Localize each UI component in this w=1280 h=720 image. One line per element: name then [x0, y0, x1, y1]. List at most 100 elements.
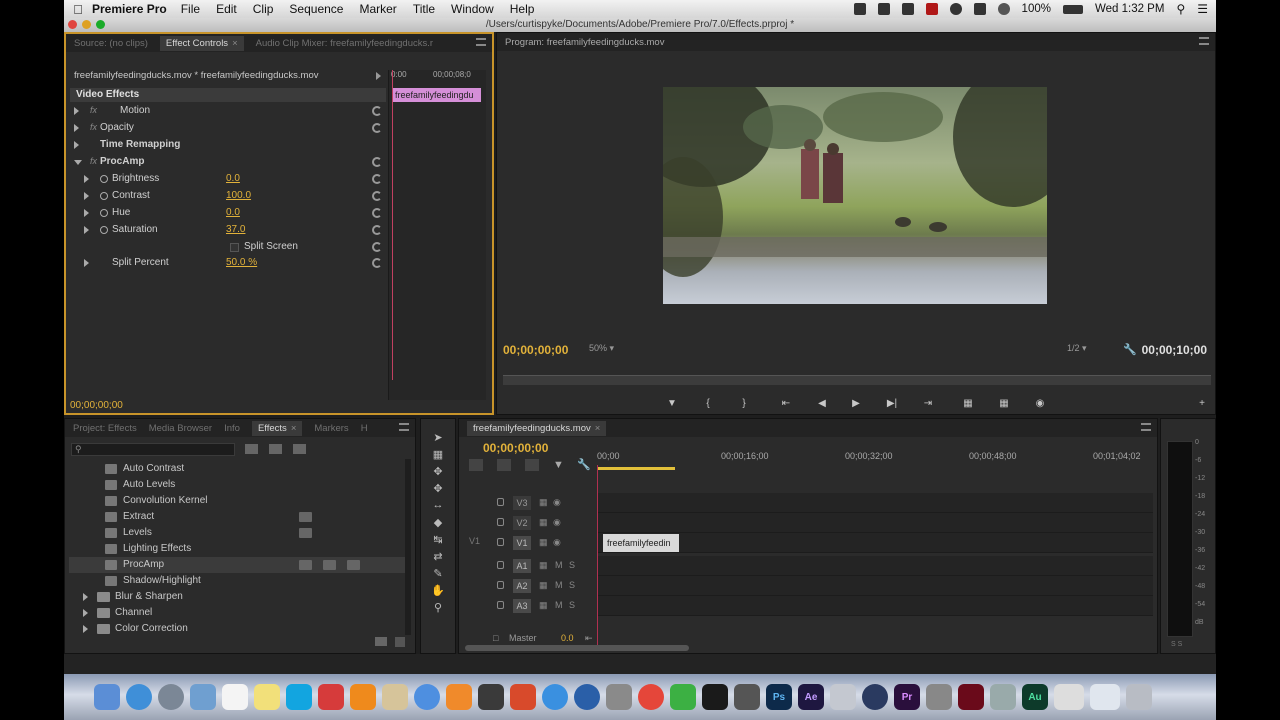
- tab-program[interactable]: Program: freefamilyfeedingducks.mov: [505, 37, 664, 48]
- reset-icon[interactable]: [372, 208, 382, 218]
- itunes-icon[interactable]: [414, 684, 440, 710]
- expand-arrow-icon[interactable]: [84, 175, 89, 183]
- fx-badge-icon[interactable]: fx: [90, 105, 97, 115]
- mute-toggle[interactable]: M: [555, 560, 563, 570]
- brightness-value[interactable]: 0.0: [226, 173, 240, 184]
- track-select-tool-icon[interactable]: ▦: [431, 448, 445, 461]
- photo-icon[interactable]: [990, 684, 1016, 710]
- menu-file[interactable]: File: [181, 2, 200, 16]
- reset-icon[interactable]: [372, 123, 382, 133]
- reset-icon[interactable]: [372, 258, 382, 268]
- zoom-tool-icon[interactable]: ⚲: [431, 601, 445, 614]
- flash-icon[interactable]: [318, 684, 344, 710]
- mute-toggle[interactable]: M: [555, 580, 563, 590]
- stopwatch-icon[interactable]: [100, 209, 108, 217]
- ripple-edit-tool-icon[interactable]: ✥: [431, 465, 445, 478]
- menu-clip[interactable]: Clip: [253, 2, 274, 16]
- clock[interactable]: Wed 1:32 PM: [1095, 3, 1164, 15]
- delete-icon[interactable]: [395, 637, 405, 647]
- track-v2[interactable]: V2 ▦ ◉: [463, 513, 1153, 533]
- close-tab-icon[interactable]: ×: [232, 38, 238, 49]
- panel-menu-icon[interactable]: [399, 423, 409, 431]
- fx-badge-icon[interactable]: fx: [90, 156, 97, 166]
- spotlight-icon[interactable]: ⚲: [1176, 2, 1185, 16]
- chrome-icon[interactable]: [638, 684, 664, 710]
- new-bin-icon[interactable]: [375, 637, 387, 646]
- button-editor-button[interactable]: +: [1191, 395, 1213, 411]
- aftereffects-icon[interactable]: Ae: [798, 684, 824, 710]
- program-scrub-bar[interactable]: [503, 375, 1211, 385]
- audition-icon[interactable]: Au: [1022, 684, 1048, 710]
- track-v3[interactable]: V3 ▦ ◉: [463, 493, 1153, 513]
- sync-lock-icon[interactable]: ▦: [539, 497, 548, 508]
- mini-timeline-ruler[interactable]: 0:00 00;00;08;0: [389, 70, 487, 84]
- wifi-icon[interactable]: [997, 3, 1010, 15]
- notes-icon[interactable]: [254, 684, 280, 710]
- sync-icon[interactable]: [877, 3, 890, 15]
- track-name[interactable]: V3: [513, 496, 531, 510]
- accelerated-effects-icon[interactable]: [245, 444, 258, 454]
- folder-icon[interactable]: [1090, 684, 1120, 710]
- appstore-icon[interactable]: [542, 684, 568, 710]
- volume-icon[interactable]: [973, 3, 986, 15]
- ibooks-icon[interactable]: [446, 684, 472, 710]
- contrast-value[interactable]: 100.0: [226, 190, 251, 201]
- slip-tool-icon[interactable]: ↹: [431, 533, 445, 546]
- resolution-select[interactable]: 1/2 ▾: [1067, 343, 1111, 354]
- apple-icon[interactable]: : [64, 2, 92, 17]
- reset-icon[interactable]: [372, 174, 382, 184]
- time-machine-icon[interactable]: [949, 3, 962, 15]
- lock-icon[interactable]: [497, 538, 504, 546]
- solo-buttons[interactable]: S S: [1171, 641, 1182, 648]
- tab-history[interactable]: H: [361, 423, 368, 434]
- stopwatch-icon[interactable]: [100, 226, 108, 234]
- sync-lock-icon[interactable]: ▦: [539, 537, 548, 548]
- timeline-timecode[interactable]: 00;00;00;00: [483, 441, 548, 455]
- split-percent-value[interactable]: 50.0 %: [226, 257, 257, 268]
- export-frame-button[interactable]: ◉: [1029, 395, 1051, 411]
- lock-icon[interactable]: [497, 581, 504, 589]
- expand-arrow-icon[interactable]: [84, 259, 89, 267]
- track-area[interactable]: [597, 576, 1153, 596]
- expand-arrow-icon[interactable]: [84, 226, 89, 234]
- program-current-timecode[interactable]: 00;00;00;00: [503, 343, 568, 357]
- utility-icon[interactable]: [926, 684, 952, 710]
- effect-item-lighting-effects[interactable]: Lighting Effects: [69, 541, 409, 557]
- lock-icon[interactable]: [497, 561, 504, 569]
- step-back-button[interactable]: ◀: [811, 395, 833, 411]
- add-marker-button[interactable]: ▼: [661, 395, 683, 411]
- mark-in-button[interactable]: {: [697, 395, 719, 411]
- track-name[interactable]: V2: [513, 516, 531, 530]
- folder-blur-sharpen[interactable]: Blur & Sharpen: [69, 589, 409, 605]
- close-window-button[interactable]: [68, 20, 77, 29]
- launchpad-icon[interactable]: [158, 684, 184, 710]
- menu-help[interactable]: Help: [510, 2, 535, 16]
- track-v1[interactable]: V1 V1 ▦ ◉ freefamilyfeedin: [463, 533, 1153, 553]
- reset-icon[interactable]: [372, 242, 382, 252]
- tab-media-browser[interactable]: Media Browser: [149, 423, 212, 434]
- bell-icon[interactable]: [901, 3, 914, 15]
- lock-icon[interactable]: [497, 518, 504, 526]
- snap-icon[interactable]: [469, 459, 483, 471]
- param-hue[interactable]: Hue 0.0: [70, 206, 386, 222]
- track-area[interactable]: [597, 556, 1153, 576]
- wrench-icon[interactable]: 🔧: [577, 458, 591, 471]
- rolling-edit-tool-icon[interactable]: ✥: [431, 482, 445, 495]
- play-button[interactable]: ▶: [845, 395, 867, 411]
- expand-arrow-icon[interactable]: [74, 124, 79, 132]
- collapse-arrow-icon[interactable]: [74, 160, 82, 165]
- notification-center-icon[interactable]: ☰: [1197, 2, 1208, 16]
- mute-toggle[interactable]: M: [555, 600, 563, 610]
- photobooth-icon[interactable]: [510, 684, 536, 710]
- track-area[interactable]: [597, 533, 1153, 553]
- timeline-playhead[interactable]: [597, 465, 598, 645]
- sync-lock-icon[interactable]: ▦: [539, 580, 548, 591]
- folder-channel[interactable]: Channel: [69, 605, 409, 621]
- panel-menu-icon[interactable]: [1141, 423, 1151, 431]
- track-a1[interactable]: A1 ▦ M S: [463, 556, 1153, 576]
- zoom-select[interactable]: 50% ▾: [589, 343, 633, 354]
- effect-item-shadow-highlight[interactable]: Shadow/Highlight: [69, 573, 409, 589]
- systemprefs-icon[interactable]: [606, 684, 632, 710]
- track-name[interactable]: V1: [513, 536, 531, 550]
- yuv-effects-icon[interactable]: [293, 444, 306, 454]
